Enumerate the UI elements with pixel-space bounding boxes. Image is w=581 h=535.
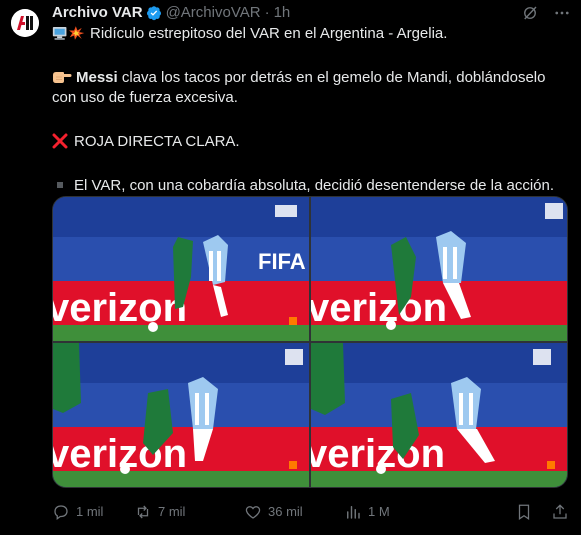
match-photo-4: verizon xyxy=(311,343,567,487)
pointing-hand-emoji xyxy=(53,72,72,83)
reply-button[interactable]: 1 mil xyxy=(52,502,134,522)
avatar[interactable] xyxy=(11,9,39,37)
like-button[interactable]: 36 mil xyxy=(244,502,344,522)
like-count: 36 mil xyxy=(268,504,303,519)
reply-icon xyxy=(54,505,68,521)
tweet-line-4: El VAR, con una cobardía absoluta, decid… xyxy=(74,177,555,194)
match-photo-1: FIFA verizon xyxy=(53,197,309,341)
banner-text: verizon xyxy=(311,286,447,330)
media-image-3[interactable]: verizon xyxy=(53,343,309,487)
tweet-header: Archivo VAR @ArchivoVAR · 1h xyxy=(52,2,571,24)
author-handle[interactable]: @ArchivoVAR xyxy=(166,3,261,23)
banner-text: verizon xyxy=(53,286,187,330)
match-photo-3: verizon xyxy=(53,343,309,487)
repost-icon xyxy=(137,505,149,519)
action-bar: 1 mil 7 mil 36 mil 1 M xyxy=(52,502,569,522)
grok-icon[interactable] xyxy=(521,4,539,22)
share-icon[interactable] xyxy=(551,503,569,521)
bookmark-icon[interactable] xyxy=(515,503,533,521)
heart-icon xyxy=(245,506,261,519)
media-image-2[interactable]: verizon xyxy=(311,197,567,341)
views-count: 1 M xyxy=(368,504,390,519)
computer-and-collision-emoji xyxy=(52,26,85,40)
timestamp[interactable]: 1h xyxy=(274,3,291,23)
tweet-line-3: ROJA DIRECTA CLARA. xyxy=(74,133,240,150)
author-name[interactable]: Archivo VAR xyxy=(52,3,143,23)
tweet-line-1: Ridículo estrepitoso del VAR en el Argen… xyxy=(90,25,448,42)
reply-count: 1 mil xyxy=(76,504,104,519)
tweet-line-2: clava los tacos por detrás en el gemelo … xyxy=(52,69,546,106)
verified-badge-icon xyxy=(146,6,161,21)
views-button[interactable]: 1 M xyxy=(344,502,436,522)
repost-count: 7 mil xyxy=(158,504,186,519)
media-image-4[interactable]: verizon xyxy=(311,343,567,487)
repost-button[interactable]: 7 mil xyxy=(134,502,244,522)
tweet-line-2-bold: Messi xyxy=(76,69,118,86)
media-image-1[interactable]: FIFA verizon xyxy=(53,197,309,341)
black-square-emoji xyxy=(57,182,63,188)
tweet-text: Ridículo estrepitoso del VAR en el Argen… xyxy=(52,24,569,196)
separator-dot: · xyxy=(264,4,270,21)
cross-mark-emoji xyxy=(52,133,68,149)
match-photo-2: verizon xyxy=(311,197,567,341)
views-icon xyxy=(347,506,360,519)
media-grid: FIFA verizon verizon verizon verizon xyxy=(52,196,568,488)
fifa-text: FIFA xyxy=(258,249,306,274)
archivo-var-logo-icon xyxy=(11,9,39,37)
more-icon[interactable] xyxy=(553,4,571,22)
